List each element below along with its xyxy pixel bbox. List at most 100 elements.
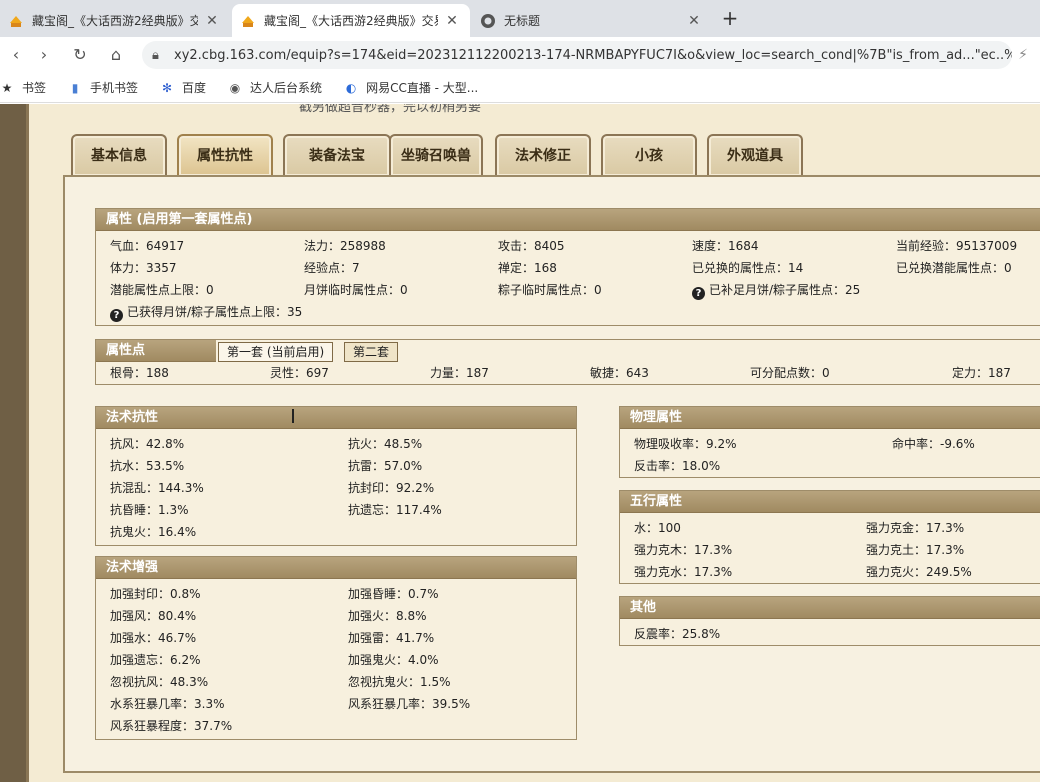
stat-exchanged-potential: 已兑换潜能属性点：0 (896, 261, 1012, 275)
reload-icon[interactable]: ↻ (68, 43, 92, 67)
stat-obtained-cap: ? 已获得月饼/粽子属性点上限：35 (110, 301, 302, 323)
bookmark-label: 手机书签 (90, 81, 139, 95)
page-panel: 戳另做超音秒器，完以初稍另要 基本信息 属性抗性 装备法宝 坐骑召唤兽 法术修正… (26, 104, 1040, 782)
browser-toolbar: ‹ › ↻ ⌂ 🔒︎ xy2.cbg.163.com/equip?s=174&e… (0, 37, 1040, 73)
bookmark-label: 书签 (22, 81, 47, 95)
stat-exchanged-points: 已兑换的属性点：14 (692, 261, 804, 275)
wuxing-value: 水：100 (634, 521, 681, 535)
help-icon[interactable]: ? (692, 287, 705, 300)
baidu-paw-icon: ✻ (162, 80, 173, 95)
resist-value: 抗鬼火：16.4% (110, 525, 197, 539)
subtab-set-two[interactable]: 第二套 (344, 342, 399, 362)
other-section: 其他 反震率：25.8% (619, 596, 1040, 646)
resist-section: 法术抗性 抗风：42.8% 抗火：48.5% 抗水：53.5% 抗雷：57.0% 抗… (95, 406, 577, 546)
attributes-section: 属性 (启用第一套属性点) 气血：64917 法力：258988 攻击：8405… (95, 208, 1040, 326)
physical-section: 物理属性 物理吸收率：9.2% 命中率：-9.6% 反击率：18.0% (619, 406, 1040, 478)
tab-equipment[interactable]: 装备法宝 (283, 134, 391, 176)
stat-stamina: 体力：3357 (110, 261, 177, 275)
stat-exp-points: 经验点：7 (304, 261, 360, 275)
section-title: 法术增强 (96, 557, 576, 579)
subtab-set-one[interactable]: 第一套 (当前启用) (218, 342, 334, 362)
stat-exp: 当前经验：95137009 (896, 239, 1018, 253)
points-section: 属性点 第一套 (当前启用) 第二套 根骨：188 灵性：697 力量：187 … (95, 339, 1040, 385)
browser-tab-1[interactable]: 藏宝阁_《大话西游2经典版》交易 ✕ (0, 4, 230, 37)
back-arrow-icon[interactable]: ‹ (4, 43, 28, 67)
physical-value: 命中率：-9.6% (892, 437, 975, 451)
enhance-value: 加强昏睡：0.7% (348, 587, 439, 601)
bookmark-label: 达人后台系统 (250, 81, 323, 95)
tab-title: 无标题 (504, 14, 541, 28)
stat-attack: 攻击：8405 (498, 239, 565, 253)
close-icon[interactable]: ✕ (444, 13, 460, 29)
enhance-value: 加强遗忘：6.2% (110, 653, 201, 667)
bookmarks-bar: ★ 书签 ▮ 手机书签 ✻ 百度 ◉ 达人后台系统 ◐ 网易CC直播 - 大型... (0, 73, 1040, 103)
resist-value: 抗封印：92.2% (348, 481, 435, 495)
stat-speed: 速度：1684 (692, 239, 759, 253)
globe-icon (480, 13, 496, 29)
bookmark-item[interactable]: ★ 书签 (0, 79, 46, 96)
point-bone: 根骨：188 (110, 366, 169, 380)
star-icon: ★ (1, 80, 13, 95)
resist-value: 抗遗忘：117.4% (348, 503, 442, 517)
close-icon[interactable]: ✕ (686, 13, 702, 29)
enhance-value: 风系狂暴几率：39.5% (348, 697, 471, 711)
resist-value: 抗混乱：144.3% (110, 481, 204, 495)
browser-tab-2[interactable]: 藏宝阁_《大话西游2经典版》交易 ✕ (232, 4, 470, 37)
home-icon[interactable]: ⌂ (104, 43, 128, 67)
bookmark-item[interactable]: ▮ 手机书签 (68, 79, 138, 96)
cbg-favicon-icon (240, 13, 256, 29)
tab-basic-info[interactable]: 基本信息 (71, 134, 167, 176)
enhance-value: 忽视抗风：48.3% (110, 675, 209, 689)
tab-attributes[interactable]: 属性抗性 (177, 134, 273, 176)
wuxing-value: 强力克火：249.5% (866, 565, 972, 579)
tab-mount-summon[interactable]: 坐骑召唤兽 (389, 134, 483, 176)
section-title: 属性 (启用第一套属性点) (96, 209, 1040, 231)
help-icon[interactable]: ? (110, 309, 123, 322)
section-title: 五行属性 (620, 491, 1040, 513)
bookmark-item[interactable]: ✻ 百度 (160, 79, 206, 96)
enhance-value: 加强水：46.7% (110, 631, 197, 645)
resist-value: 抗昏睡：1.3% (110, 503, 189, 517)
wuxing-value: 强力克金：17.3% (866, 521, 965, 535)
stat-filled-points: ? 已补足月饼/粽子属性点：25 (692, 279, 860, 301)
browser-tab-strip: 藏宝阁_《大话西游2经典版》交易 ✕ 藏宝阁_《大话西游2经典版》交易 ✕ 无标… (0, 0, 1040, 37)
enhance-value: 加强封印：0.8% (110, 587, 201, 601)
tab-title: 藏宝阁_《大话西游2经典版》交易 (264, 14, 438, 28)
new-tab-plus-icon[interactable]: + (720, 8, 740, 28)
extension-icon[interactable]: ⚡︎ (1014, 47, 1032, 65)
text-cursor (292, 409, 294, 423)
tab-appearance[interactable]: 外观道具 (707, 134, 803, 176)
wuxing-value: 强力克水：17.3% (634, 565, 733, 579)
tab-child[interactable]: 小孩 (601, 134, 697, 176)
browser-tab-3[interactable]: 无标题 ✕ (472, 4, 712, 37)
forward-arrow-icon[interactable]: › (32, 43, 56, 67)
tab-spell-modifier[interactable]: 法术修正 (495, 134, 591, 176)
stat-zongzi-temp: 粽子临时属性点：0 (498, 283, 602, 297)
stat-filled-points-label: 已补足月饼/粽子属性点：25 (709, 283, 861, 297)
cc-live-icon: ◐ (345, 80, 357, 95)
content-panel: 属性 (启用第一套属性点) 气血：64917 法力：258988 攻击：8405… (63, 175, 1040, 773)
bookmark-icon: ▮ (71, 80, 79, 95)
stat-hp: 气血：64917 (110, 239, 185, 253)
enhance-value: 水系狂暴几率：3.3% (110, 697, 225, 711)
resist-value: 抗水：53.5% (110, 459, 185, 473)
close-icon[interactable]: ✕ (204, 13, 220, 29)
stat-mooncake-temp: 月饼临时属性点：0 (304, 283, 408, 297)
other-value: 反震率：25.8% (634, 627, 721, 641)
bookmark-item[interactable]: ◉ 达人后台系统 (228, 79, 322, 96)
stat-meditation: 禅定：168 (498, 261, 557, 275)
resist-value: 抗火：48.5% (348, 437, 423, 451)
enhance-value: 风系狂暴程度：37.7% (110, 719, 233, 733)
stat-mp: 法力：258988 (304, 239, 386, 253)
physical-value: 物理吸收率：9.2% (634, 437, 737, 451)
point-assignable: 可分配点数：0 (750, 366, 830, 380)
enhance-section: 法术增强 加强封印：0.8% 加强昏睡：0.7% 加强风：80.4% 加强火：8.8… (95, 556, 577, 740)
section-title: 物理属性 (620, 407, 1040, 429)
section-title: 法术抗性 (96, 407, 576, 429)
cbg-favicon-icon (8, 13, 24, 29)
page-viewport: 戳另做超音秒器，完以初稍另要 基本信息 属性抗性 装备法宝 坐骑召唤兽 法术修正… (0, 104, 1040, 782)
bookmark-item[interactable]: ◐ 网易CC直播 - 大型... (344, 79, 478, 96)
physical-value: 反击率：18.0% (634, 459, 721, 473)
wuxing-value: 强力克土：17.3% (866, 543, 965, 557)
address-bar[interactable]: 🔒︎ xy2.cbg.163.com/equip?s=174&eid=20231… (142, 41, 1012, 69)
